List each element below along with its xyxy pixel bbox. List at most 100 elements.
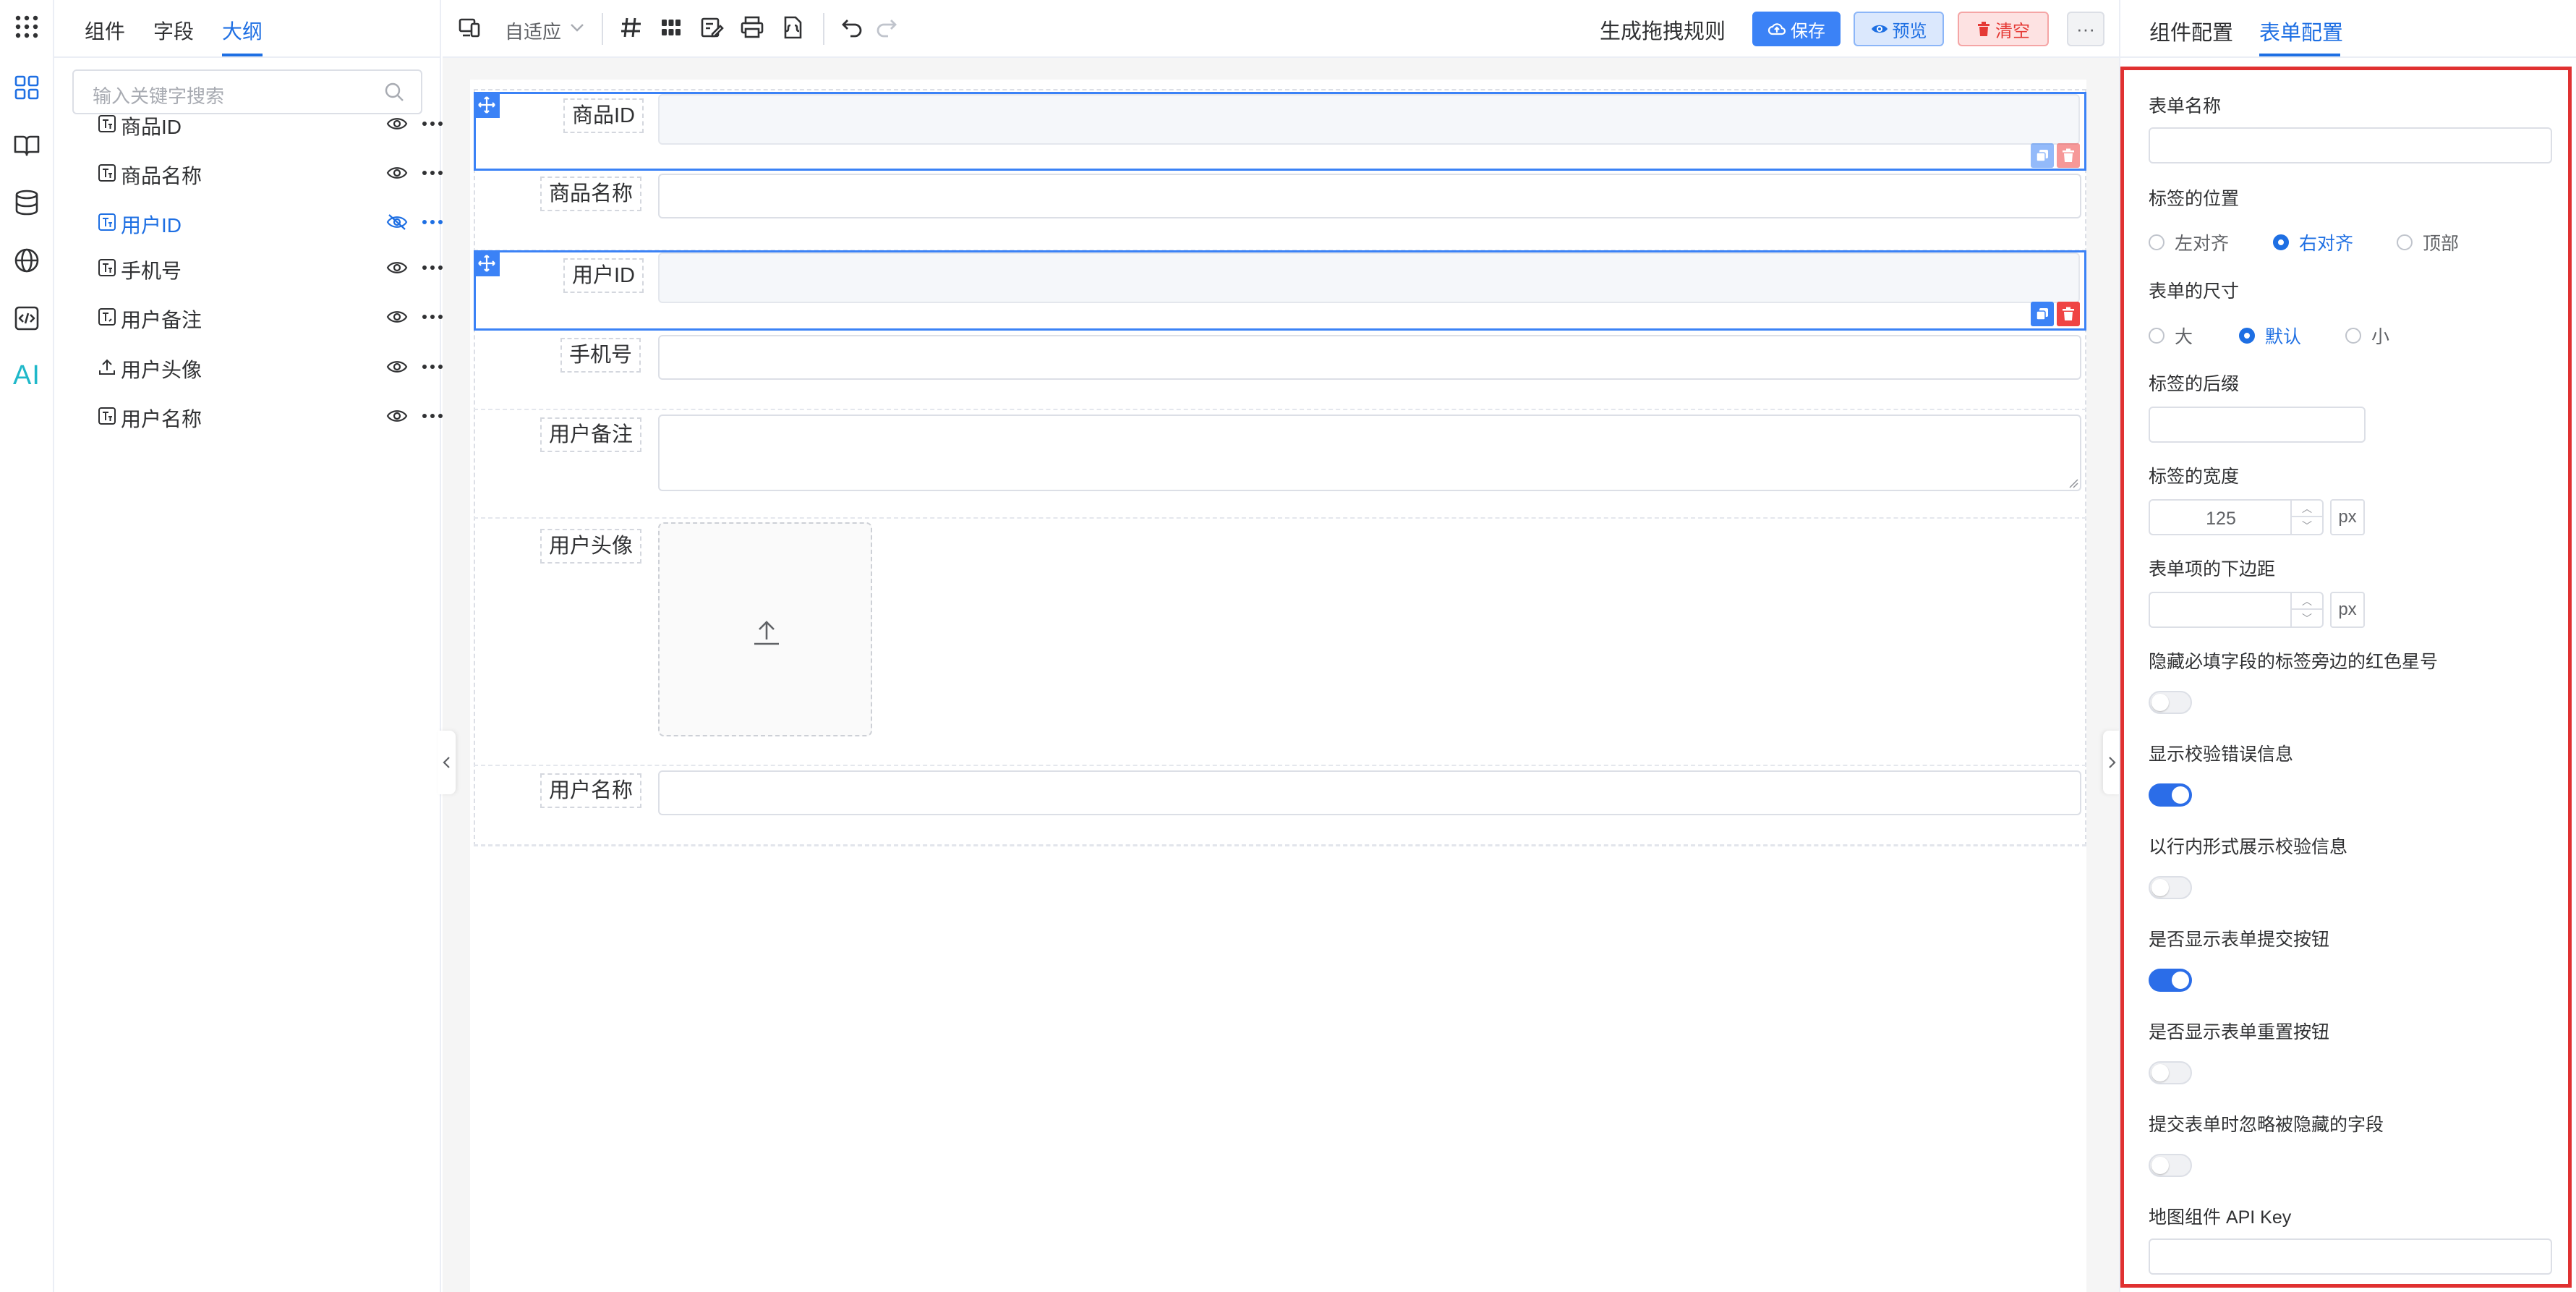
radio-size-small[interactable]: 小	[2345, 323, 2389, 349]
form-name-input[interactable]	[2149, 127, 2552, 163]
eye-icon[interactable]	[386, 114, 408, 133]
grid-icon[interactable]	[658, 14, 684, 41]
form-item-product-name[interactable]: 商品名称	[474, 171, 2086, 251]
eye-icon[interactable]	[386, 163, 408, 182]
radio-top[interactable]: 顶部	[2397, 229, 2459, 255]
device-select[interactable]: 自适应	[505, 17, 561, 44]
code-icon[interactable]	[9, 300, 45, 336]
globe-icon[interactable]	[9, 242, 45, 279]
more-icon[interactable]	[420, 356, 445, 378]
more-icon[interactable]	[420, 211, 445, 233]
tree-item[interactable]: 用户头像	[98, 346, 443, 388]
product-name-input[interactable]	[658, 174, 2081, 218]
field-label: 用户ID	[563, 258, 644, 293]
decrement-button[interactable]: ﹀	[2292, 610, 2322, 626]
show-submit-switch[interactable]	[2149, 969, 2192, 992]
delete-button[interactable]	[2057, 143, 2080, 168]
increment-button[interactable]: ︿	[2292, 501, 2322, 517]
tree-item-label: 用户备注	[121, 309, 202, 331]
collapse-left-button[interactable]	[438, 731, 456, 794]
phone-input[interactable]	[658, 335, 2081, 380]
user-name-input[interactable]	[658, 770, 2081, 815]
map-key-input[interactable]	[2149, 1238, 2552, 1275]
show-error-switch[interactable]	[2149, 783, 2192, 807]
drag-handle[interactable]	[474, 92, 500, 118]
tab-active-indicator	[2259, 54, 2340, 56]
eye-icon[interactable]	[386, 407, 408, 425]
database-icon[interactable]	[9, 184, 45, 221]
form-item-product-id[interactable]: 商品ID	[474, 92, 2086, 171]
edit-form-icon[interactable]	[699, 14, 725, 41]
label-width-input[interactable]: 125 ︿ ﹀	[2149, 499, 2324, 535]
tree-item-label: 手机号	[121, 260, 182, 282]
redo-icon[interactable]	[874, 14, 900, 41]
decrement-button[interactable]: ﹀	[2292, 517, 2322, 534]
preview-button[interactable]: 预览	[1854, 12, 1944, 46]
eye-icon[interactable]	[386, 307, 408, 326]
print-icon[interactable]	[739, 14, 765, 41]
tab-components[interactable]: 组件	[85, 16, 125, 45]
eye-icon[interactable]	[386, 258, 408, 277]
tree-item[interactable]: 用户ID	[98, 201, 443, 243]
avatar-upload[interactable]	[658, 522, 872, 736]
drag-handle[interactable]	[474, 250, 500, 276]
tab-active-indicator	[222, 54, 263, 56]
radio-size-default[interactable]: 默认	[2239, 323, 2301, 349]
hide-required-switch[interactable]	[2149, 691, 2192, 714]
hash-icon[interactable]	[618, 14, 644, 41]
eye-icon[interactable]	[386, 357, 408, 376]
collapse-right-button[interactable]	[2103, 731, 2120, 794]
user-id-input[interactable]	[658, 252, 2080, 303]
tab-component-config[interactable]: 组件配置	[2149, 16, 2233, 46]
label-suffix-input[interactable]	[2149, 407, 2366, 443]
tree-item[interactable]: 手机号	[98, 247, 443, 289]
json-file-icon[interactable]	[780, 14, 806, 41]
radio-right-align[interactable]: 右对齐	[2273, 229, 2353, 255]
form-item-user-id[interactable]: 用户ID	[474, 250, 2086, 331]
copy-button[interactable]	[2031, 143, 2054, 168]
undo-icon[interactable]	[839, 14, 865, 41]
ai-icon[interactable]: AI	[9, 357, 45, 394]
more-icon[interactable]	[420, 162, 445, 184]
more-icon[interactable]	[420, 405, 445, 427]
tab-fields[interactable]: 字段	[153, 16, 194, 45]
tab-form-config[interactable]: 表单配置	[2259, 16, 2343, 46]
stepper[interactable]: ︿ ﹀	[2290, 593, 2322, 626]
radio-left-align[interactable]: 左对齐	[2149, 229, 2229, 255]
item-margin-input[interactable]: ︿ ﹀	[2149, 592, 2324, 628]
form-item-phone[interactable]: 手机号	[474, 331, 2086, 410]
chevron-down-icon[interactable]	[567, 17, 587, 38]
form-item-user-name[interactable]: 用户名称	[474, 766, 2086, 846]
device-icon[interactable]	[457, 14, 483, 41]
more-icon[interactable]	[420, 306, 445, 328]
resize-handle-icon[interactable]	[2068, 478, 2078, 488]
form-item-user-note[interactable]: 用户备注	[474, 410, 2086, 519]
show-reset-switch[interactable]	[2149, 1061, 2192, 1084]
tree-item[interactable]: 商品ID	[98, 103, 443, 145]
toolbar-divider	[823, 13, 824, 45]
inline-error-switch[interactable]	[2149, 876, 2192, 899]
generate-rule-button[interactable]: 生成拖拽规则	[1600, 14, 1726, 45]
product-id-input[interactable]	[658, 94, 2080, 145]
tree-item[interactable]: 商品名称	[98, 152, 443, 194]
tab-outline[interactable]: 大纲	[222, 16, 263, 45]
stepper[interactable]: ︿ ﹀	[2290, 501, 2322, 534]
radio-size-large[interactable]: 大	[2149, 323, 2193, 349]
clear-button[interactable]: 清空	[1958, 12, 2049, 46]
tree-item[interactable]: 用户备注	[98, 296, 443, 338]
more-button[interactable]: ···	[2067, 12, 2104, 46]
more-icon[interactable]	[420, 257, 445, 279]
apps-grid-icon[interactable]	[9, 9, 45, 45]
eye-off-icon[interactable]	[386, 213, 408, 231]
book-icon[interactable]	[9, 127, 45, 163]
ignore-hidden-switch[interactable]	[2149, 1154, 2192, 1177]
copy-button[interactable]	[2031, 302, 2054, 326]
tree-item[interactable]: 用户名称	[98, 395, 443, 437]
components-icon[interactable]	[9, 69, 45, 106]
delete-button[interactable]	[2057, 302, 2080, 326]
increment-button[interactable]: ︿	[2292, 593, 2322, 610]
save-button[interactable]: 保存	[1752, 12, 1841, 46]
user-note-textarea[interactable]	[658, 415, 2081, 491]
more-icon[interactable]	[420, 113, 445, 135]
radio-label: 默认	[2265, 327, 2302, 347]
